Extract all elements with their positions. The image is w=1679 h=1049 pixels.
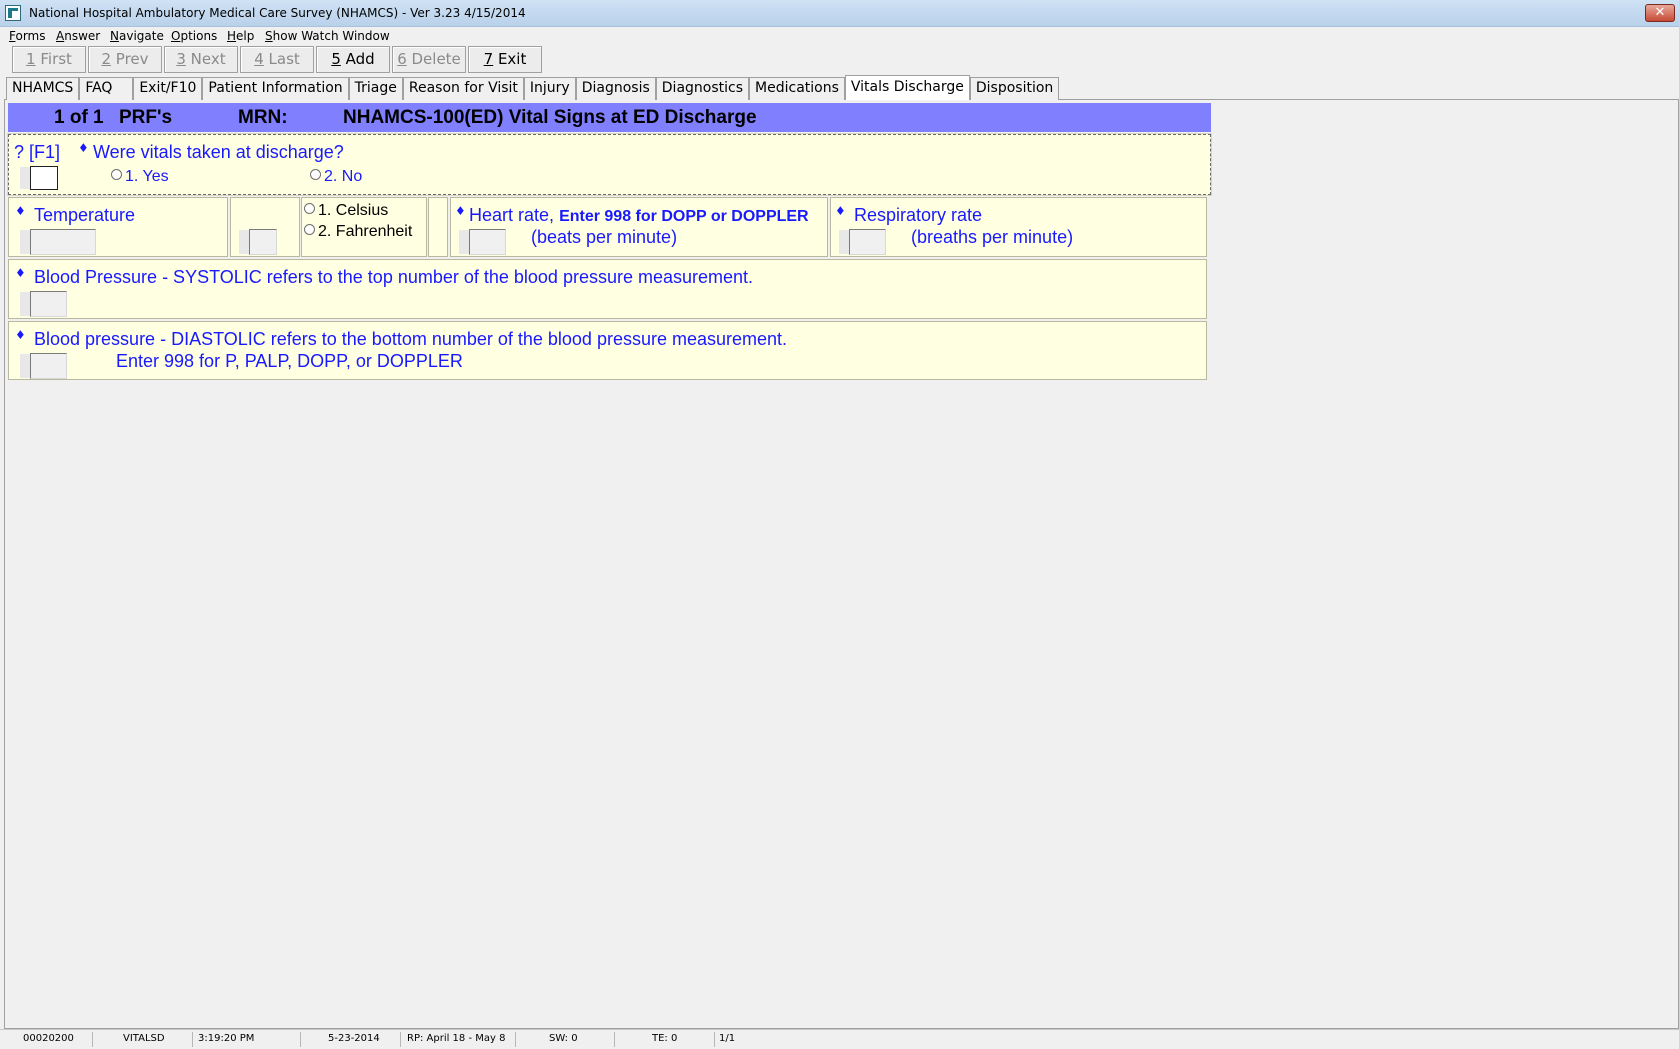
respiratory-rate-label: Respiratory rate xyxy=(854,205,983,225)
celsius-radio[interactable]: 1. Celsius xyxy=(304,202,388,220)
add-button[interactable]: 5 Add xyxy=(316,46,390,73)
systolic-panel: ♦ Blood Pressure - SYSTOLIC refers to th… xyxy=(8,259,1207,319)
status-page: 1/1 xyxy=(719,1033,736,1044)
required-marker: ♦ xyxy=(15,204,26,218)
tab-diagnosis[interactable]: Diagnosis xyxy=(575,77,656,100)
heart-rate-panel: ♦ Heart rate, Enter 998 for DOPP or DOPP… xyxy=(450,197,828,257)
mrn-label: MRN: xyxy=(238,107,288,128)
status-time: 3:19:20 PM xyxy=(198,1033,255,1044)
vitals-taken-question: Were vitals taken at discharge? xyxy=(93,142,344,162)
menu-bar: Forms Answer Navigate Options Help Show … xyxy=(0,27,1679,47)
tab-nhamcs[interactable]: NHAMCS xyxy=(6,77,80,100)
close-button[interactable]: ✕ xyxy=(1645,4,1675,22)
temperature-unit-options: 1. Celsius 2. Fahrenheit xyxy=(301,197,427,257)
status-reporting-period: RP: April 18 - May 8 xyxy=(407,1033,506,1044)
menu-help[interactable]: Help xyxy=(227,29,254,43)
form-header: 1 of 1 PRF's MRN: NHAMCS-100(ED) Vital S… xyxy=(8,103,1211,132)
tab-vitals-discharge[interactable]: Vitals Discharge xyxy=(844,75,970,100)
first-button[interactable]: 1 First xyxy=(12,46,86,73)
vitals-taken-panel: ? [F1] ♦ Were vitals taken at discharge?… xyxy=(7,133,1212,196)
menu-answer[interactable]: Answer xyxy=(56,29,100,43)
tab-reason-for-visit[interactable]: Reason for Visit xyxy=(402,77,524,100)
temperature-label: Temperature xyxy=(34,205,136,225)
app-icon xyxy=(5,5,21,21)
status-bar: 00020200 VITALSD 3:19:20 PM 5-23-2014 RP… xyxy=(0,1029,1679,1049)
diastolic-label: Blood pressure - DIASTOLIC refers to the… xyxy=(34,329,788,349)
required-marker: ♦ xyxy=(78,141,89,155)
diastolic-note: Enter 998 for P, PALP, DOPP, or DOPPLER xyxy=(116,351,463,371)
record-counter: 1 of 1 xyxy=(54,107,104,128)
status-case-id: 00020200 xyxy=(23,1033,74,1044)
exit-button[interactable]: 7 Exit xyxy=(468,46,542,73)
form-title: NHAMCS-100(ED) Vital Signs at ED Dischar… xyxy=(343,107,757,128)
heart-rate-unit: (beats per minute) xyxy=(531,227,678,247)
status-sw: SW: 0 xyxy=(549,1033,578,1044)
menu-forms[interactable]: Forms xyxy=(9,29,46,43)
delete-button[interactable]: 6 Delete xyxy=(392,46,466,73)
systolic-label: Blood Pressure - SYSTOLIC refers to the … xyxy=(34,267,754,287)
temperature-panel: ♦ Temperature xyxy=(8,197,228,257)
tab-faq[interactable]: FAQ xyxy=(79,77,134,100)
tab-injury[interactable]: Injury xyxy=(523,77,576,100)
status-field: VITALSD xyxy=(123,1033,165,1044)
next-button[interactable]: 3 Next xyxy=(164,46,238,73)
fahrenheit-radio[interactable]: 2. Fahrenheit xyxy=(304,223,412,241)
title-bar: National Hospital Ambulatory Medical Car… xyxy=(0,0,1679,27)
tab-patient-information[interactable]: Patient Information xyxy=(202,77,349,100)
systolic-input[interactable] xyxy=(30,291,67,317)
menu-options[interactable]: Options xyxy=(171,29,217,43)
status-date: 5-23-2014 xyxy=(328,1033,380,1044)
prev-button[interactable]: 2 Prev xyxy=(88,46,162,73)
required-marker: ♦ xyxy=(15,328,26,342)
temperature-unit-input[interactable] xyxy=(249,229,277,255)
respiratory-rate-input[interactable] xyxy=(849,229,886,255)
diastolic-panel: ♦ Blood pressure - DIASTOLIC refers to t… xyxy=(8,321,1207,380)
tab-triage[interactable]: Triage xyxy=(348,77,403,100)
required-marker: ♦ xyxy=(15,266,26,280)
vitals-taken-input[interactable] xyxy=(30,166,58,190)
vitals-taken-yes-radio[interactable]: 1. Yes xyxy=(111,168,169,186)
respiratory-rate-unit: (breaths per minute) xyxy=(911,227,1074,247)
tab-diagnostics[interactable]: Diagnostics xyxy=(655,77,750,100)
respiratory-rate-panel: ♦ Respiratory rate (breaths per minute) xyxy=(830,197,1207,257)
tab-disposition[interactable]: Disposition xyxy=(969,77,1060,100)
last-button[interactable]: 4 Last xyxy=(240,46,314,73)
diastolic-input[interactable] xyxy=(30,353,67,379)
prf-label: PRF's xyxy=(119,107,173,128)
spacer-panel xyxy=(428,197,448,257)
tab-strip: NHAMCS FAQ Exit/F10 Patient Information … xyxy=(6,75,1060,100)
required-marker: ♦ xyxy=(835,204,846,218)
temperature-input[interactable] xyxy=(30,229,96,255)
tab-medications[interactable]: Medications xyxy=(749,77,845,100)
temperature-unit-panel xyxy=(230,197,300,257)
menu-show-watch-window[interactable]: Show Watch Window xyxy=(265,29,390,43)
status-te: TE: 0 xyxy=(652,1033,678,1044)
heart-rate-label: Heart rate, Enter 998 for DOPP or DOPPLE… xyxy=(469,205,809,225)
tab-exit-f10[interactable]: Exit/F10 xyxy=(133,77,203,100)
vitals-taken-no-radio[interactable]: 2. No xyxy=(310,168,362,186)
window-title: National Hospital Ambulatory Medical Car… xyxy=(29,6,526,20)
menu-navigate[interactable]: Navigate xyxy=(110,29,164,43)
record-toolbar: 1 First 2 Prev 3 Next 4 Last 5 Add 6 Del… xyxy=(12,46,542,74)
heart-rate-input[interactable] xyxy=(469,229,506,255)
help-f1-label[interactable]: ? [F1] xyxy=(14,142,60,163)
required-marker: ♦ xyxy=(455,204,466,218)
